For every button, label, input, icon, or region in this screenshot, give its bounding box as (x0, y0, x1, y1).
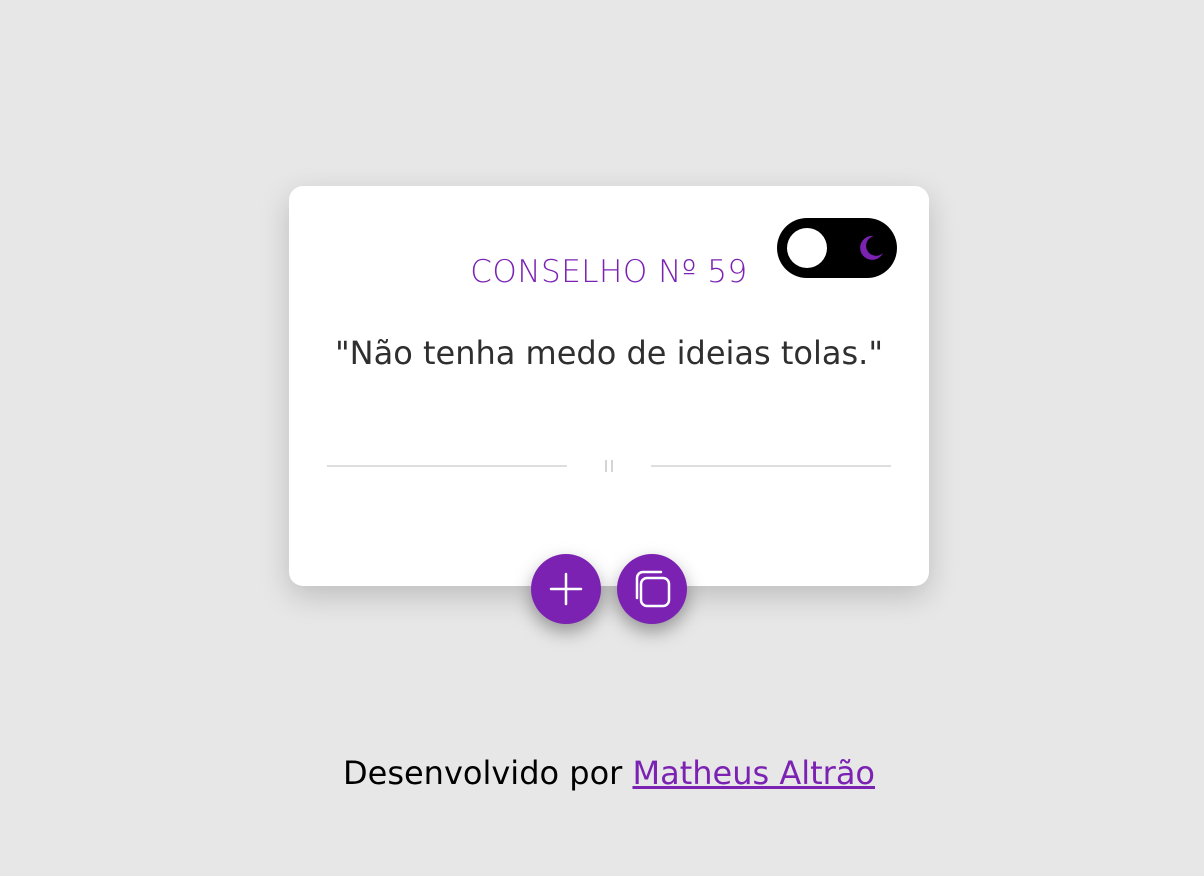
divider-line-right (651, 465, 891, 467)
divider (327, 456, 891, 476)
page: CONSELHO Nº 59 "Não tenha medo de ideias… (0, 0, 1204, 876)
advice-number-title: CONSELHO Nº 59 (470, 254, 748, 290)
new-advice-button[interactable] (531, 554, 601, 624)
divider-line-left (327, 465, 567, 467)
author-link[interactable]: Matheus Altrão (632, 754, 875, 792)
copy-advice-button[interactable] (617, 554, 687, 624)
copy-icon (635, 570, 671, 608)
advice-text: "Não tenha medo de ideias tolas." (334, 334, 884, 372)
pause-icon (605, 460, 613, 472)
footer-prefix: Desenvolvido por (342, 754, 623, 792)
advice-card: CONSELHO Nº 59 "Não tenha medo de ideias… (289, 186, 929, 586)
footer-credit: Desenvolvido por Matheus Altrão (0, 754, 1204, 792)
plus-icon (549, 572, 583, 606)
